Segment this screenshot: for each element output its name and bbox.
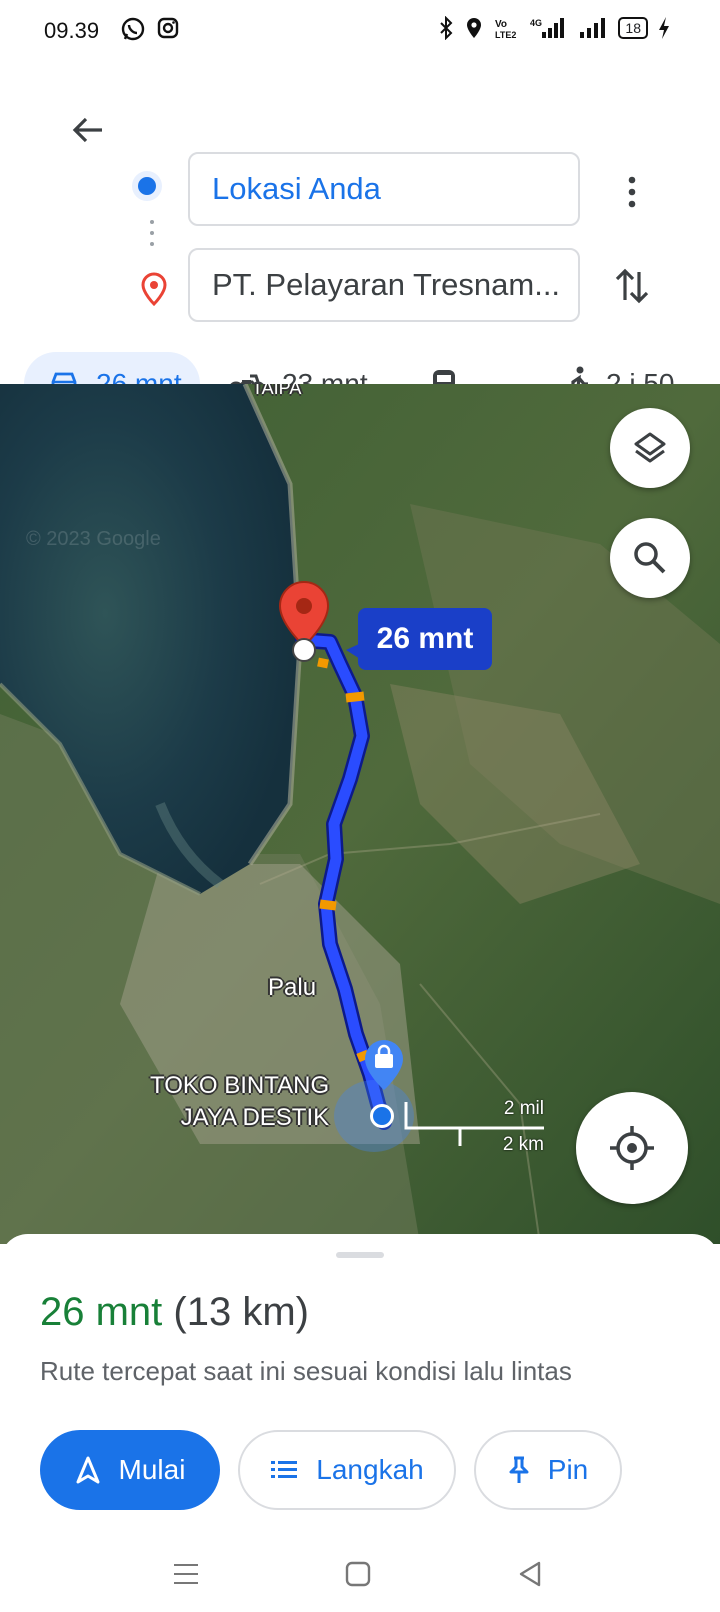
arrow-back-icon (72, 117, 102, 143)
list-icon (271, 1461, 298, 1478)
origin-text: Lokasi Anda (212, 171, 381, 206)
destination-marker-icon (278, 580, 330, 662)
steps-button[interactable]: Langkah (238, 1430, 456, 1510)
whatsapp-icon (121, 17, 145, 41)
pin-button[interactable]: Pin (474, 1430, 622, 1510)
current-location-dot (370, 1104, 394, 1128)
svg-text:4G: 4G (530, 18, 542, 28)
search-along-route-button[interactable] (610, 518, 690, 598)
pin-icon (509, 1456, 529, 1483)
map-scale: 2 mil 2 km (400, 1098, 546, 1158)
eta-bubble[interactable]: 26 mnt (358, 608, 492, 670)
my-location-icon (610, 1126, 654, 1170)
more-options-button[interactable] (608, 168, 656, 216)
home-square-icon (345, 1561, 371, 1587)
map-label-store-line2: JAYA DESTIK (180, 1104, 330, 1131)
scale-metric: 2 km (502, 1134, 544, 1155)
volte-icon: VoLTE2 (495, 19, 516, 40)
nav-back-button[interactable] (510, 1554, 550, 1594)
system-nav-bar (0, 1540, 720, 1612)
back-button[interactable] (64, 106, 112, 154)
nav-home-button[interactable] (338, 1554, 378, 1594)
layers-icon (634, 432, 666, 463)
charging-icon (659, 17, 669, 39)
route-description: Rute tercepat saat ini sesuai kondisi la… (40, 1356, 572, 1386)
destination-text: PT. Pelayaran Tresnam... (212, 267, 561, 302)
map-label-palu: Palu (268, 974, 317, 1001)
start-button[interactable]: Mulai (40, 1430, 220, 1510)
navigation-arrow-icon (76, 1456, 100, 1484)
pin-label: Pin (547, 1454, 589, 1485)
search-icon (634, 542, 666, 574)
scale-imperial: 2 mil (503, 1098, 544, 1119)
origin-dot-icon (138, 177, 156, 195)
steps-label: Langkah (316, 1454, 424, 1485)
destination-pin-icon (141, 272, 167, 306)
route-duration: 26 mnt (40, 1290, 163, 1334)
my-location-button[interactable] (576, 1092, 688, 1204)
status-bar: 09.39 Vo LTE2 4G 18 (0, 0, 720, 64)
route-sheet: 26 mnt (13 km) Rute tercepat saat ini se… (0, 1234, 720, 1612)
status-app-icons (120, 16, 180, 42)
origin-field[interactable]: Lokasi Anda (188, 152, 580, 226)
status-time: 09.39 (44, 18, 100, 43)
swap-vert-icon (615, 268, 649, 304)
battery-icon: 18 (618, 17, 648, 39)
swap-button[interactable] (608, 262, 656, 310)
more-vert-icon (628, 176, 636, 208)
menu-icon (174, 1564, 198, 1584)
route-connector-icon (150, 220, 154, 253)
route-distance: (13 km) (173, 1290, 309, 1334)
layers-button[interactable] (610, 408, 690, 488)
destination-field[interactable]: PT. Pelayaran Tresnam... (188, 248, 580, 322)
bluetooth-icon (440, 16, 453, 40)
svg-text:Vo: Vo (495, 19, 507, 30)
instagram-icon (157, 17, 179, 39)
signal-icon (580, 18, 606, 38)
location-icon (467, 18, 482, 38)
battery-level: 18 (625, 20, 641, 36)
map-label-store[interactable]: TOKO BINTANG JAYA DESTIK (150, 1070, 329, 1134)
map-label-store-line1: TOKO BINTANG (150, 1072, 330, 1099)
map-label-taipa: TAIPA (252, 384, 302, 398)
nav-menu-button[interactable] (166, 1554, 206, 1594)
start-label: Mulai (118, 1454, 186, 1485)
directions-header: Lokasi Anda PT. Pelayaran Tresnam... 26 … (0, 64, 720, 416)
svg-text:LTE2: LTE2 (495, 30, 516, 40)
back-triangle-icon (519, 1561, 541, 1587)
sheet-drag-handle[interactable] (336, 1252, 384, 1258)
status-indicators: Vo LTE2 4G 18 (438, 16, 670, 40)
map-view[interactable]: © 2023 Google 26 mnt TAIPA Palu TOKO BIN… (0, 384, 720, 1244)
route-summary: 26 mnt (13 km) (40, 1290, 309, 1335)
4g-signal-icon: 4G (530, 18, 565, 38)
